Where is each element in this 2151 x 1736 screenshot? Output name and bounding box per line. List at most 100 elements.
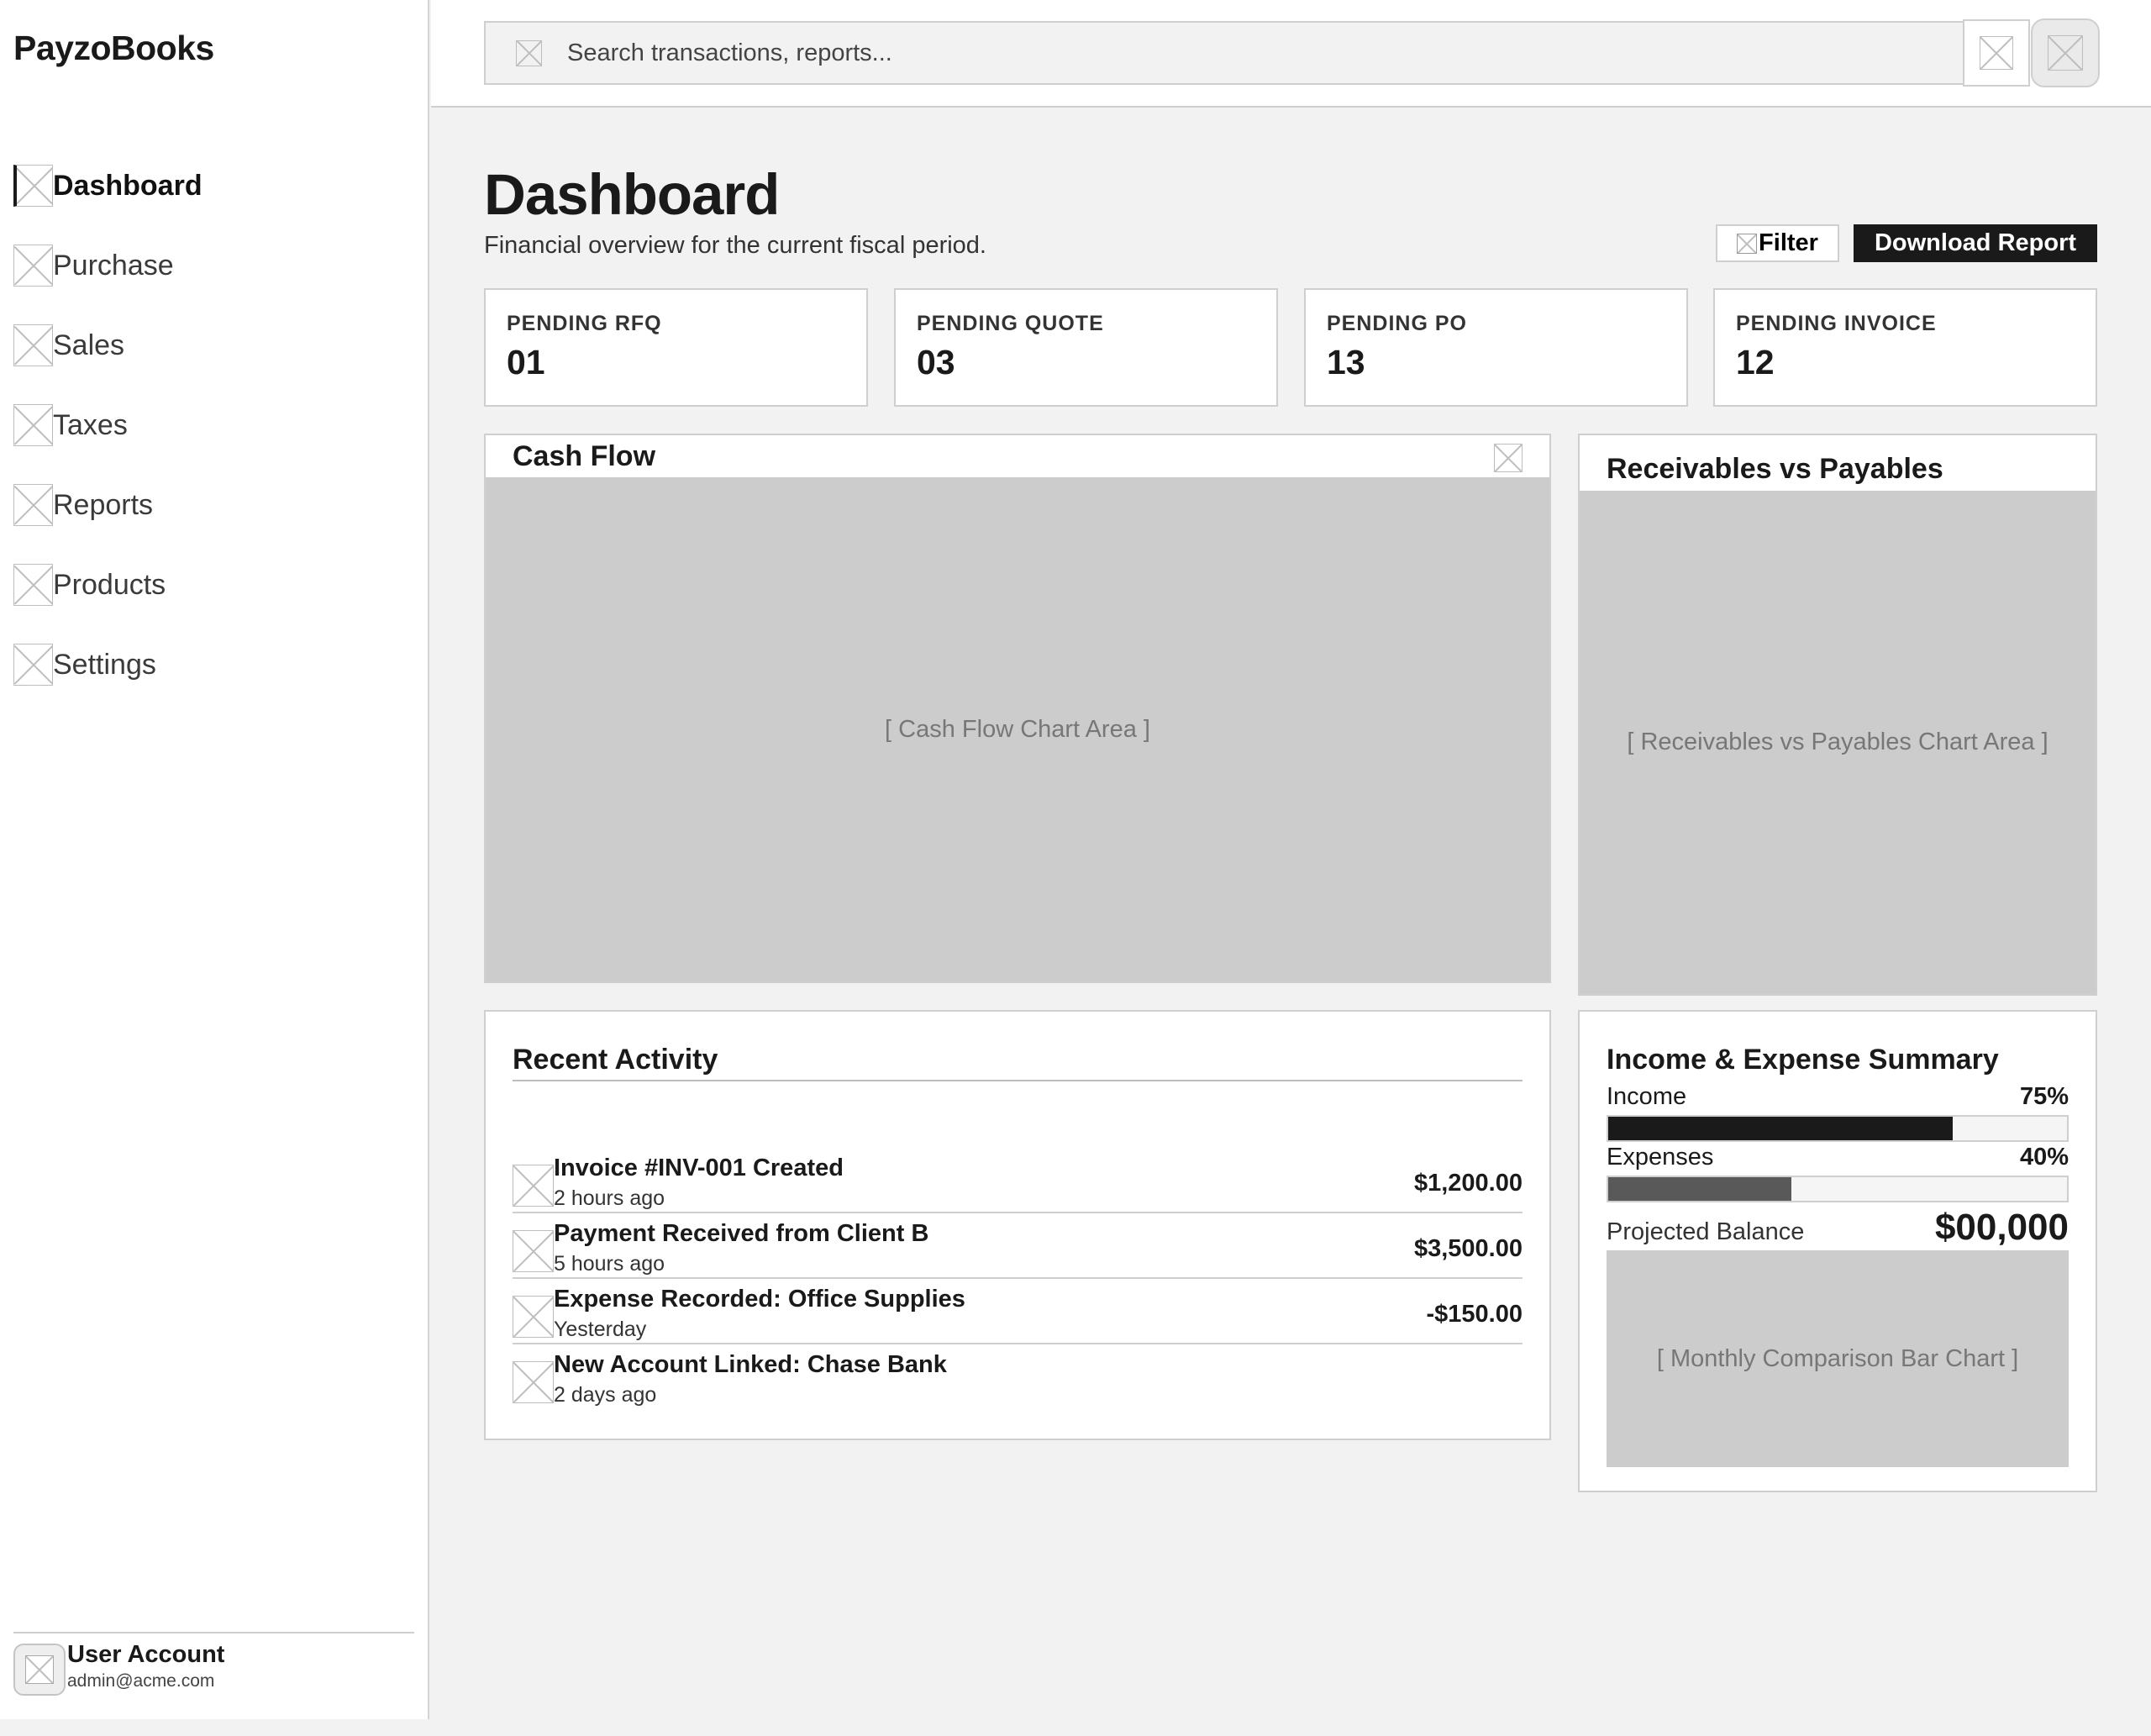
activity-time: Yesterday	[554, 1318, 647, 1341]
receivables-payables-panel: Receivables vs Payables [ Receivables vs…	[1578, 434, 2097, 996]
expenses-label: Expenses	[1607, 1144, 1714, 1170]
sidebar-item-products[interactable]: Products	[13, 544, 202, 625]
expenses-percent: 40%	[2019, 1144, 2069, 1170]
receivables-payables-title: Receivables vs Payables	[1607, 453, 1943, 485]
profile-button[interactable]	[2031, 18, 2100, 87]
page-subtitle: Financial overview for the current fisca…	[484, 232, 986, 259]
stat-card-pending-invoice[interactable]: PENDING INVOICE 12	[1713, 288, 2097, 407]
expand-icon[interactable]	[1494, 444, 1523, 472]
activity-item[interactable]: New Account Linked: Chase Bank 2 days ag…	[513, 1344, 1523, 1410]
sidebar-item-label: Settings	[53, 648, 156, 681]
sidebar-item-label: Sales	[53, 329, 125, 361]
income-metric: Income 75%	[1607, 1083, 2069, 1142]
activity-item[interactable]: Expense Recorded: Office Supplies Yester…	[513, 1279, 1523, 1344]
stat-card-pending-quote[interactable]: PENDING QUOTE 03	[894, 288, 1278, 407]
activity-title: Invoice #INV-001 Created	[554, 1155, 844, 1181]
filter-label: Filter	[1759, 229, 1818, 256]
stat-value: 13	[1327, 343, 1365, 381]
income-progress-bar	[1607, 1115, 2069, 1142]
download-report-button[interactable]: Download Report	[1854, 224, 2097, 262]
activity-title: New Account Linked: Chase Bank	[554, 1351, 947, 1378]
stat-card-pending-po[interactable]: PENDING PO 13	[1304, 288, 1688, 407]
activity-item[interactable]: Payment Received from Client B 5 hours a…	[513, 1213, 1523, 1279]
settings-icon	[13, 644, 53, 686]
brand-logo: PayzoBooks	[13, 29, 214, 67]
payment-icon	[513, 1230, 554, 1272]
cash-flow-chart: [ Cash Flow Chart Area ]	[486, 477, 1549, 981]
filter-icon	[1737, 233, 1758, 254]
activity-time: 2 days ago	[554, 1383, 657, 1407]
sidebar-item-taxes[interactable]: Taxes	[13, 385, 202, 466]
projected-balance-value: $00,000	[1934, 1207, 2069, 1248]
income-percent: 75%	[2019, 1083, 2069, 1110]
taxes-icon	[13, 404, 53, 446]
account-name: User Account	[67, 1641, 225, 1668]
stat-value: 12	[1736, 343, 1775, 381]
stat-value: 01	[507, 343, 545, 381]
stat-card-pending-rfq[interactable]: PENDING RFQ 01	[484, 288, 868, 407]
divider	[513, 1080, 1523, 1081]
invoice-icon	[513, 1165, 554, 1207]
sidebar-item-purchase[interactable]: Purchase	[13, 225, 202, 306]
activity-time: 2 hours ago	[554, 1186, 665, 1210]
reports-icon	[13, 484, 53, 526]
activity-time: 5 hours ago	[554, 1252, 665, 1276]
activity-amount: $3,500.00	[1413, 1235, 1523, 1262]
activity-amount: -$150.00	[1426, 1301, 1523, 1328]
projected-balance: Projected Balance $00,000	[1607, 1207, 2069, 1249]
profile-icon	[2048, 35, 2083, 71]
activity-item[interactable]: Invoice #INV-001 Created 2 hours ago $1,…	[513, 1148, 1523, 1213]
expenses-progress-fill	[1608, 1177, 1792, 1201]
sidebar-nav: Dashboard Purchase Sales Taxes Reports P…	[13, 146, 202, 705]
account-email: admin@acme.com	[67, 1670, 215, 1691]
recent-activity-panel: Recent Activity Invoice #INV-001 Created…	[484, 1010, 1551, 1440]
monthly-comparison-chart: [ Monthly Comparison Bar Chart ]	[1607, 1250, 2069, 1467]
projected-balance-label: Projected Balance	[1607, 1218, 1805, 1245]
cash-flow-panel: Cash Flow [ Cash Flow Chart Area ]	[484, 434, 1551, 983]
income-progress-fill	[1608, 1117, 1953, 1140]
user-account[interactable]: User Account admin@acme.com	[13, 1632, 414, 1696]
sales-icon	[13, 324, 53, 366]
page-title: Dashboard	[484, 162, 780, 227]
products-icon	[13, 564, 53, 606]
sidebar-item-reports[interactable]: Reports	[13, 465, 202, 545]
activity-amount: $1,200.00	[1413, 1170, 1523, 1197]
account-info: User Account admin@acme.com	[67, 1640, 224, 1691]
stat-label: PENDING PO	[1327, 312, 1467, 335]
sidebar-item-sales[interactable]: Sales	[13, 305, 202, 386]
filter-button[interactable]: Filter	[1716, 224, 1839, 262]
sidebar-item-label: Dashboard	[53, 169, 202, 202]
search-icon	[516, 39, 542, 66]
sidebar-item-label: Reports	[53, 488, 154, 521]
stat-label: PENDING QUOTE	[917, 312, 1104, 335]
income-expense-title: Income & Expense Summary	[1607, 1044, 1999, 1076]
user-avatar-icon	[25, 1655, 54, 1684]
sidebar-item-label: Products	[53, 568, 166, 601]
purchase-icon	[13, 245, 53, 287]
stat-label: PENDING INVOICE	[1736, 312, 1937, 335]
notifications-button[interactable]	[1963, 19, 2030, 87]
receivables-payables-chart: [ Receivables vs Payables Chart Area ]	[1580, 491, 2096, 994]
expense-icon	[513, 1296, 554, 1338]
dashboard-icon	[13, 165, 53, 207]
avatar[interactable]	[13, 1644, 66, 1696]
search-input[interactable]	[567, 39, 1828, 67]
top-bar	[431, 0, 2151, 108]
expenses-progress-bar	[1607, 1176, 2069, 1202]
activity-title: Payment Received from Client B	[554, 1220, 929, 1247]
stat-label: PENDING RFQ	[507, 312, 662, 335]
search-bar[interactable]	[484, 21, 1966, 85]
sidebar-item-settings[interactable]: Settings	[13, 624, 202, 705]
expenses-metric: Expenses 40%	[1607, 1144, 2069, 1202]
sidebar-item-dashboard[interactable]: Dashboard	[13, 145, 202, 226]
cash-flow-title: Cash Flow	[513, 440, 656, 472]
sidebar: PayzoBooks Dashboard Purchase Sales Taxe…	[0, 0, 429, 1719]
notifications-icon	[1980, 36, 2013, 70]
sidebar-item-label: Purchase	[53, 249, 174, 281]
bank-icon	[513, 1361, 554, 1403]
recent-activity-title: Recent Activity	[513, 1044, 718, 1076]
sidebar-item-label: Taxes	[53, 408, 128, 441]
activity-title: Expense Recorded: Office Supplies	[554, 1286, 965, 1313]
stat-value: 03	[917, 343, 955, 381]
income-label: Income	[1607, 1083, 1687, 1110]
